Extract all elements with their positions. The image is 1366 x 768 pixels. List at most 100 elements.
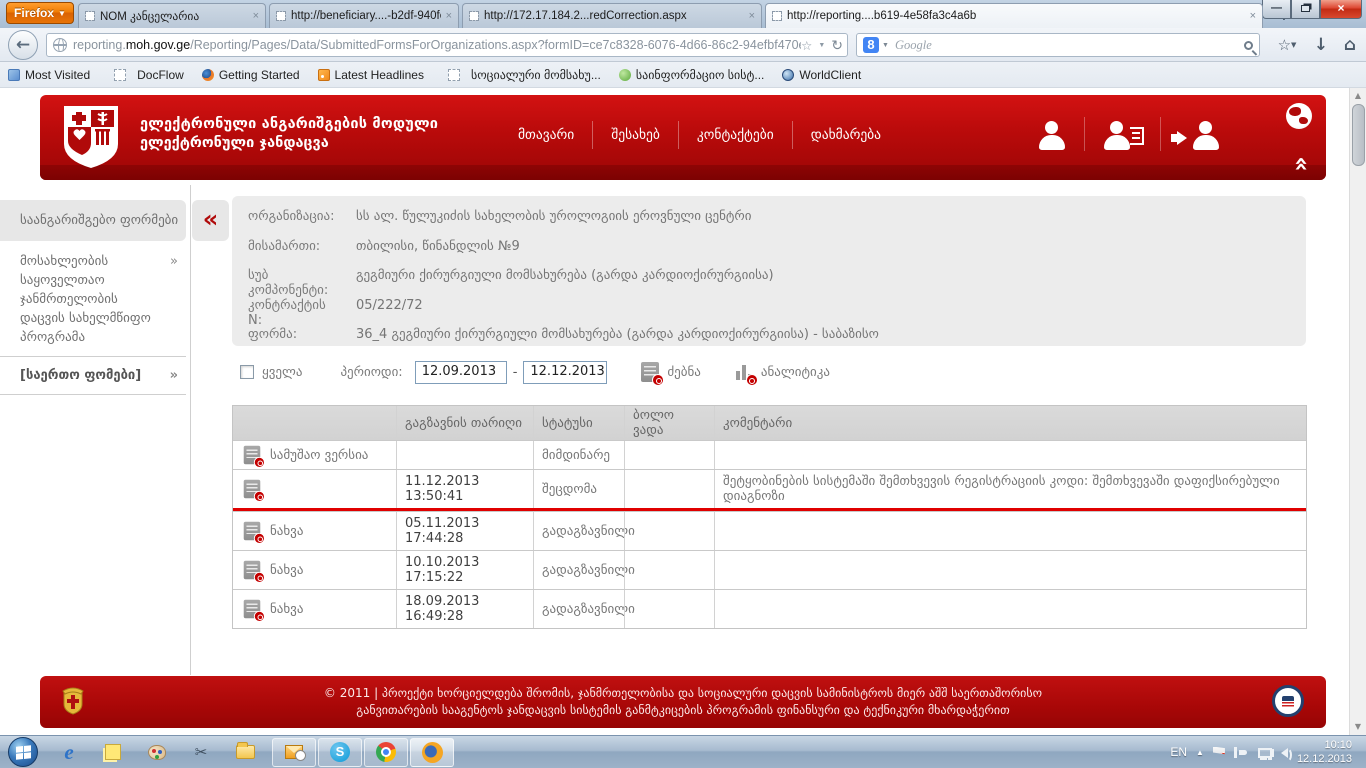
back-button[interactable]: ← — [8, 30, 38, 60]
site-identity-globe-icon[interactable] — [53, 38, 67, 52]
row-deadline — [624, 441, 714, 469]
bookmark-star-icon[interactable]: ☆ — [801, 38, 812, 53]
open-form-icon[interactable] — [244, 561, 261, 579]
all-checkbox[interactable] — [240, 365, 254, 379]
firefox-icon — [202, 69, 214, 81]
show-bookmarks-button[interactable]: ☆▼ — [1272, 33, 1302, 57]
bookmark-info-system[interactable]: საინფორმაციო სისტ... — [619, 68, 765, 82]
bookmark-label: Latest Headlines — [335, 68, 424, 82]
reload-icon[interactable]: ↻ — [831, 37, 843, 54]
menu-caret-icon: ▼ — [58, 9, 66, 18]
taskbar-ie[interactable]: e — [52, 738, 86, 766]
action-center-flag-icon[interactable] — [1213, 747, 1225, 758]
scrollbar-thumb[interactable] — [1352, 104, 1365, 166]
contract-details-box: ორგანიზაცია: სს ალ. წულუკიძის სახელობის … — [232, 196, 1306, 346]
close-button[interactable]: × — [1320, 0, 1362, 19]
page-scrollbar[interactable]: ▲ ▼ — [1349, 88, 1366, 735]
row-action-link[interactable]: ნახვა — [270, 524, 303, 539]
tab-2[interactable]: http://beneficiary....-b2df-940fea4af0a0… — [269, 3, 459, 28]
restore-button[interactable] — [1291, 0, 1320, 19]
bookmark-label: სოციალური მომსახუ... — [471, 68, 601, 82]
browser-titlebar: Firefox ▼ NOM კანცელარია × http://benefi… — [0, 0, 1366, 28]
tab-close-icon[interactable]: × — [749, 10, 755, 22]
tab-3[interactable]: http://172.17.184.2...redCorrection.aspx… — [462, 3, 762, 28]
row-comment — [714, 512, 1306, 550]
bookmarks-bar: Most Visited DocFlow Getting Started Lat… — [0, 62, 1366, 88]
language-globe-icon[interactable] — [1286, 103, 1312, 129]
tab-close-icon[interactable]: × — [253, 10, 259, 22]
search-doc-icon — [641, 362, 659, 382]
usaid-logo-icon — [1272, 685, 1304, 717]
taskbar-snipping-tool[interactable]: ✂ — [184, 738, 218, 766]
taskbar-paint[interactable] — [140, 738, 174, 766]
tab-close-icon[interactable]: × — [1250, 10, 1256, 22]
analytics-button[interactable]: ანალიტიკა — [735, 362, 830, 382]
bookmark-docflow[interactable]: DocFlow — [108, 68, 184, 82]
taskbar-firefox[interactable] — [410, 738, 454, 767]
search-button[interactable]: ძებნა — [641, 362, 701, 382]
bookmark-latest-headlines[interactable]: Latest Headlines — [318, 68, 424, 82]
engine-dropdown-icon[interactable]: ▼ — [882, 41, 889, 49]
nav-about[interactable]: შესახებ — [593, 121, 679, 149]
tab-title: NOM კანცელარია — [100, 9, 248, 23]
bookmark-social-service[interactable]: სოციალური მომსახუ... — [442, 68, 601, 82]
user-profile-button[interactable] — [1020, 117, 1085, 151]
language-indicator[interactable]: EN — [1170, 745, 1187, 759]
scroll-up-icon[interactable]: ▲ — [1352, 90, 1364, 102]
row-send-date: 10.10.2013 17:15:22 — [396, 551, 533, 589]
firefox-menu-button[interactable]: Firefox ▼ — [6, 2, 74, 24]
bookmark-most-visited[interactable]: Most Visited — [8, 68, 90, 82]
row-deadline — [624, 590, 714, 628]
detail-label: მისამართი: — [248, 239, 340, 254]
taskbar-clock[interactable]: 10:10 12.12.2013 — [1297, 738, 1352, 766]
taskbar-sticky-notes[interactable] — [96, 738, 130, 766]
url-bar[interactable]: reporting.moh.gov.ge/Reporting/Pages/Dat… — [46, 33, 848, 57]
open-form-icon[interactable] — [244, 600, 261, 618]
logout-button[interactable] — [1161, 117, 1238, 151]
home-button[interactable]: ⌂ — [1338, 33, 1362, 57]
search-magnifier-icon[interactable] — [1244, 41, 1253, 50]
search-bar[interactable]: 8 ▼ Google — [856, 33, 1260, 57]
tab-1[interactable]: NOM კანცელარია × — [78, 3, 266, 28]
date-to-input[interactable]: 12.12.2013 — [523, 361, 607, 384]
sidebar-item-common-forms[interactable]: [საერთო ფომები] » — [0, 357, 186, 395]
tray-expand-icon[interactable]: ▲ — [1196, 748, 1204, 757]
url-dropdown-icon[interactable]: ▼ — [818, 42, 825, 49]
open-form-icon[interactable] — [244, 480, 261, 498]
row-action-link[interactable]: ნახვა — [270, 602, 303, 617]
row-deadline — [624, 551, 714, 589]
date-from-input[interactable]: 12.09.2013 — [415, 361, 507, 384]
start-button[interactable] — [8, 737, 38, 767]
tab-close-icon[interactable]: × — [446, 10, 452, 22]
user-list-button[interactable] — [1085, 117, 1161, 151]
sidebar-collapse-button[interactable]: « — [192, 200, 229, 241]
volume-icon[interactable] — [1281, 748, 1288, 758]
bookmark-worldclient[interactable]: WorldClient — [782, 68, 861, 82]
nav-help[interactable]: დახმარება — [793, 121, 899, 149]
open-form-icon[interactable] — [244, 446, 261, 464]
downloads-button[interactable]: ↓ — [1308, 33, 1334, 57]
scroll-down-icon[interactable]: ▼ — [1352, 721, 1364, 733]
header-status: სტატუსი — [533, 406, 624, 440]
nav-contacts[interactable]: კონტაქტები — [679, 121, 793, 149]
sidebar-item-label: [საერთო ფომები] — [20, 368, 141, 383]
row-action-link[interactable]: სამუშაო ვერსია — [270, 448, 368, 463]
tab-4-active[interactable]: http://reporting....b619-4e58fa3c4a6b × — [765, 3, 1263, 28]
google-engine-icon[interactable]: 8 — [863, 37, 879, 53]
open-form-icon[interactable] — [244, 522, 261, 540]
taskbar-chrome[interactable] — [364, 738, 408, 767]
row-action-link[interactable]: ნახვა — [270, 563, 303, 578]
outlook-icon — [285, 745, 303, 759]
collapse-header-button[interactable]: « — [1292, 156, 1312, 172]
power-plug-icon[interactable] — [1234, 747, 1249, 758]
url-subdomain: reporting. — [73, 38, 126, 52]
nav-home[interactable]: მთავარი — [500, 121, 593, 149]
sidebar-item-universal-healthcare[interactable]: მოსახლეობის საყოველთაო ჯანმრთელობის დაცვ… — [0, 243, 186, 357]
taskbar-outlook[interactable] — [272, 738, 316, 767]
taskbar-skype[interactable]: S — [318, 738, 362, 767]
tab-favicon-placeholder — [469, 11, 479, 21]
taskbar-explorer[interactable] — [228, 738, 262, 766]
browser-navbar: ← reporting.moh.gov.ge/Reporting/Pages/D… — [0, 28, 1366, 62]
bookmark-getting-started[interactable]: Getting Started — [202, 68, 300, 82]
minimize-button[interactable]: — — [1262, 0, 1291, 19]
